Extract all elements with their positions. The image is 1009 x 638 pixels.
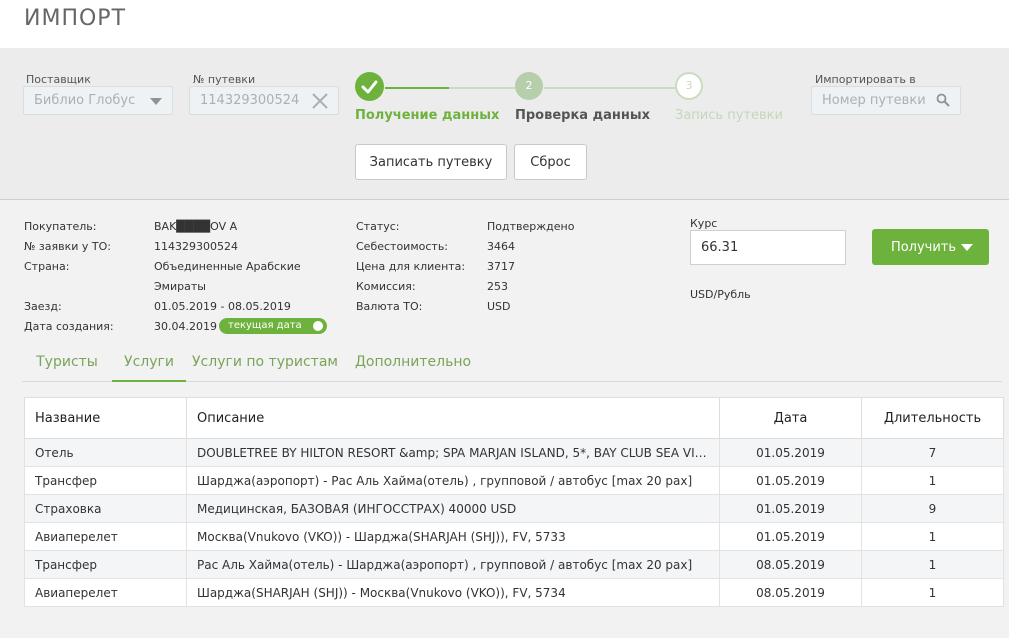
step-connector-1 <box>385 87 449 89</box>
tab-services[interactable]: Услуги <box>112 344 186 382</box>
cost-value: 3464 <box>487 240 515 253</box>
order-number-value: 114329300524 <box>154 240 238 253</box>
cell-name: Страховка <box>24 494 187 523</box>
save-voucher-button[interactable]: Записать путевку <box>355 144 507 180</box>
country-label: Страна: <box>24 260 70 273</box>
buyer-label: Покупатель: <box>24 220 97 233</box>
voucher-input[interactable]: 114329300524 <box>189 86 339 115</box>
cell-date: 08.05.2019 <box>719 578 862 607</box>
cell-date: 01.05.2019 <box>719 522 862 551</box>
step-2-circle: 2 <box>515 72 543 100</box>
currency-label: Валюта ТО: <box>356 300 423 313</box>
checkin-value: 01.05.2019 - 08.05.2019 <box>154 300 291 313</box>
tab-additional[interactable]: Дополнительно <box>344 344 482 382</box>
rate-label: Курс <box>690 217 718 230</box>
client-price-value: 3717 <box>487 260 515 273</box>
cell-duration: 7 <box>861 438 1004 467</box>
tab-services-by-tourist[interactable]: Услуги по туристам <box>186 344 344 382</box>
chevron-down-icon <box>150 98 162 105</box>
page-title: ИМПОРТ <box>24 6 127 31</box>
created-date-value: 30.04.2019 <box>154 320 217 333</box>
cell-name: Трансфер <box>24 550 187 579</box>
cell-description: Шарджа(аэропорт) - Рас Аль Хайма(отель) … <box>186 466 720 495</box>
cell-description: Москва(Vnukovo (VKO)) - Шарджа(SHARJAH (… <box>186 522 720 551</box>
table-row[interactable]: Отель DOUBLETREE BY HILTON RESORT &amp; … <box>24 438 1004 467</box>
status-value: Подтверждено <box>487 220 575 233</box>
supplier-value: Библио Глобус <box>34 93 136 108</box>
cell-duration: 1 <box>861 550 1004 579</box>
step-2-label: Проверка данных <box>515 108 650 123</box>
step-1-label: Получение данных <box>355 108 500 123</box>
cell-date: 08.05.2019 <box>719 550 862 579</box>
step-connector-2 <box>544 87 675 89</box>
cell-date: 01.05.2019 <box>719 438 862 467</box>
cell-date: 01.05.2019 <box>719 494 862 523</box>
country-value: Объединенные Арабские <box>154 260 301 273</box>
reset-button[interactable]: Сброс <box>514 144 587 180</box>
rate-unit: USD/Рубль <box>690 288 751 301</box>
currency-value: USD <box>487 300 511 313</box>
cell-name: Отель <box>24 438 187 467</box>
caret-down-icon <box>961 244 973 251</box>
status-label: Статус: <box>356 220 400 233</box>
get-rate-label: Получить <box>890 239 957 255</box>
table-row[interactable]: Авиаперелет Москва(Vnukovo (VKO)) - Шард… <box>24 522 1004 551</box>
services-table: Название Описание Дата Длительность Отел… <box>24 397 1004 607</box>
cell-name: Авиаперелет <box>24 578 187 607</box>
cost-label: Себестоимость: <box>356 240 449 253</box>
cell-duration: 9 <box>861 494 1004 523</box>
get-rate-button[interactable]: Получить <box>872 229 989 265</box>
tab-bar: Туристы Услуги Услуги по туристам Дополн… <box>22 344 1002 382</box>
country-value-line-2: Эмираты <box>154 280 206 293</box>
column-header-description[interactable]: Описание <box>186 397 720 439</box>
commission-value: 253 <box>487 280 508 293</box>
clear-icon[interactable] <box>310 89 330 113</box>
supplier-select[interactable]: Библио Глобус <box>23 86 173 115</box>
import-panel: Поставщик Библио Глобус № путевки 114329… <box>0 48 1009 200</box>
voucher-label: № путевки <box>193 73 256 86</box>
tab-tourists[interactable]: Туристы <box>22 344 112 382</box>
table-row[interactable]: Страховка Медицинская, БАЗОВАЯ (ИНГОССТР… <box>24 494 1004 523</box>
column-header-name[interactable]: Название <box>24 397 187 439</box>
cell-description: Медицинская, БАЗОВАЯ (ИНГОССТРАХ) 40000 … <box>186 494 720 523</box>
column-header-duration[interactable]: Длительность <box>861 397 1004 439</box>
table-row[interactable]: Трансфер Рас Аль Хайма(отель) - Шарджа(а… <box>24 550 1004 579</box>
cell-name: Авиаперелет <box>24 522 187 551</box>
cell-description: Рас Аль Хайма(отель) - Шарджа(аэропорт) … <box>186 550 720 579</box>
step-3-label: Запись путевки <box>675 108 783 123</box>
import-voucher-input[interactable]: Номер путевки <box>811 86 961 115</box>
table-row[interactable]: Трансфер Шарджа(аэропорт) - Рас Аль Хайм… <box>24 466 1004 495</box>
header: ИМПОРТ <box>0 0 1009 48</box>
supplier-label: Поставщик <box>26 73 91 86</box>
column-header-date[interactable]: Дата <box>719 397 862 439</box>
table-row[interactable]: Авиаперелет Шарджа(SHARJAH (SHJ)) - Моск… <box>24 578 1004 607</box>
order-number-label: № заявки у ТО: <box>24 240 112 253</box>
import-to-label: Импортировать в <box>815 73 916 86</box>
current-date-toggle[interactable]: текущая дата <box>219 318 327 334</box>
commission-label: Комиссия: <box>356 280 416 293</box>
step-connector-1b <box>449 87 515 89</box>
import-voucher-placeholder: Номер путевки <box>822 93 926 108</box>
created-date-label: Дата создания: <box>24 320 114 333</box>
buyer-value: BAK████OV A <box>154 220 238 233</box>
cell-description: DOUBLETREE BY HILTON RESORT &amp; SPA MA… <box>186 438 720 467</box>
cell-date: 01.05.2019 <box>719 466 862 495</box>
voucher-value: 114329300524 <box>200 93 300 108</box>
step-3-circle: 3 <box>675 72 703 100</box>
client-price-label: Цена для клиента: <box>356 260 466 273</box>
checkin-label: Заезд: <box>24 300 62 313</box>
cell-duration: 1 <box>861 578 1004 607</box>
cell-duration: 1 <box>861 522 1004 551</box>
cell-description: Шарджа(SHARJAH (SHJ)) - Москва(Vnukovo (… <box>186 578 720 607</box>
search-icon[interactable] <box>936 93 950 107</box>
rate-input[interactable] <box>690 230 846 265</box>
cell-name: Трансфер <box>24 466 187 495</box>
step-1-done-icon <box>355 72 384 101</box>
toggle-knob <box>313 321 323 331</box>
current-date-toggle-label: текущая дата <box>228 320 302 331</box>
cell-duration: 1 <box>861 466 1004 495</box>
table-header-row: Название Описание Дата Длительность <box>24 397 1004 439</box>
